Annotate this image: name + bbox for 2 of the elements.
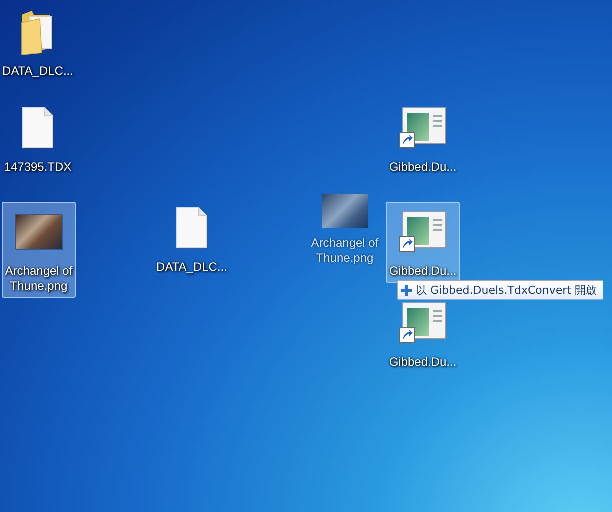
tooltip-text: 以 Gibbed.Duels.TdxConvert 開啟 [416, 282, 597, 298]
drag-label: Archangel of Thune.png [310, 236, 380, 266]
